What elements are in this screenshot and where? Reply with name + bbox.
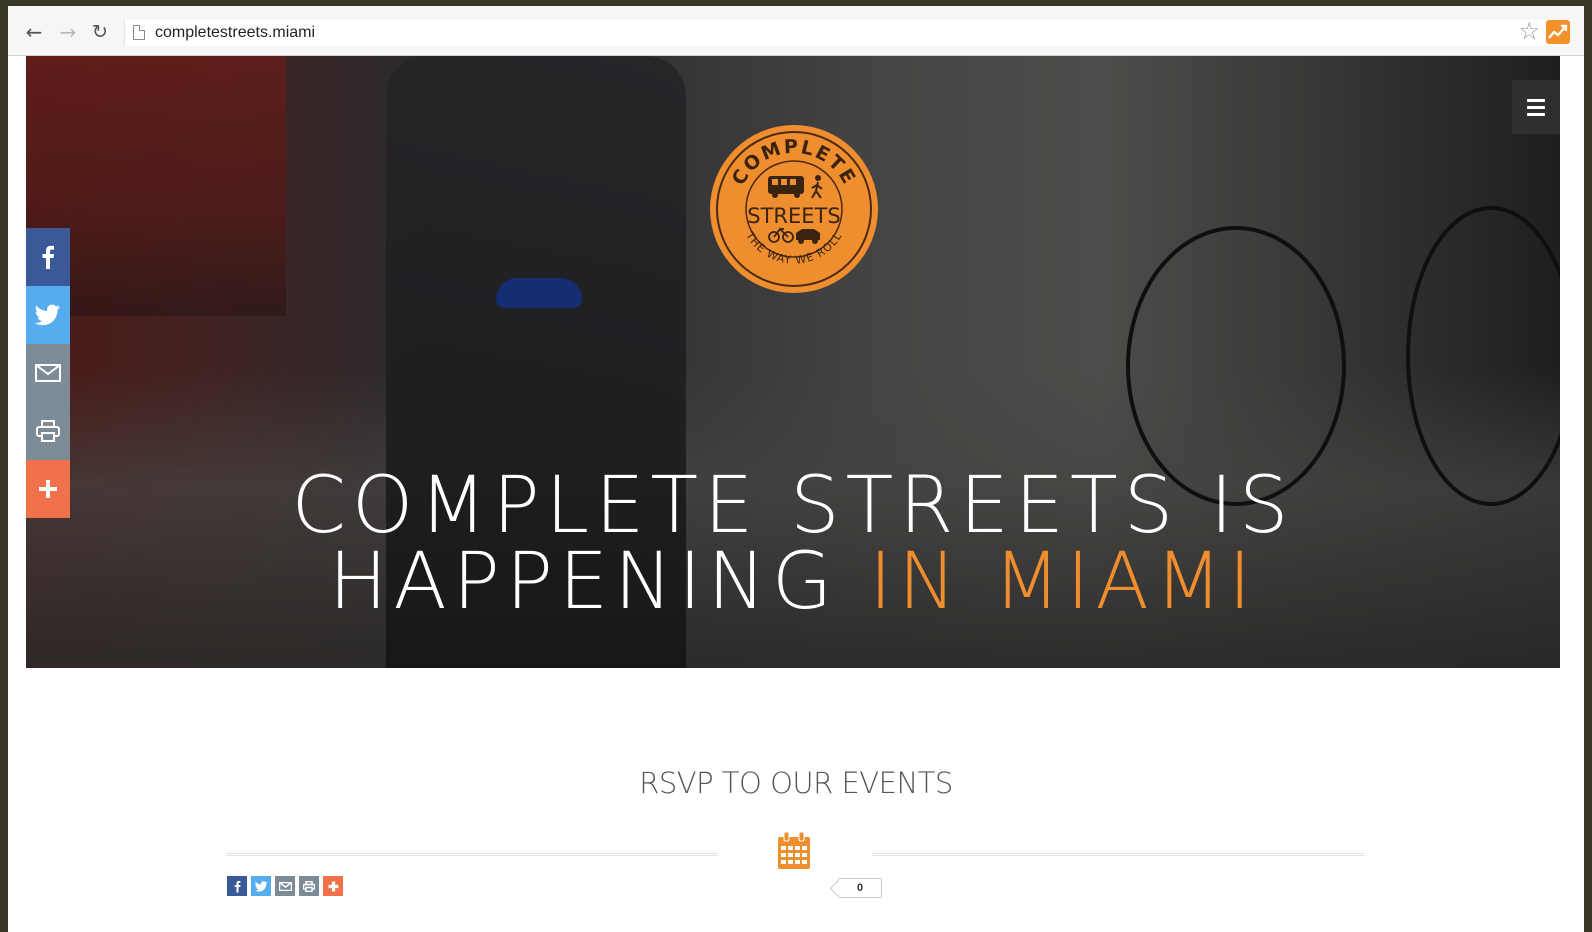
share-count-value: 0 [856, 882, 864, 894]
browser-window: ← → ↻ completestreets.miami ☆ COMPLETE S… [8, 6, 1584, 932]
print-icon [36, 420, 60, 442]
hero-banner: COMPLETE STREETS THE WAY WE ROLL COMPLET… [26, 56, 1560, 668]
social-share-rail [26, 228, 70, 518]
calendar-icon [778, 832, 810, 869]
divider-right [872, 853, 1364, 856]
plus-icon [328, 881, 338, 891]
menu-button[interactable] [1512, 80, 1560, 134]
headline-accent-text: IN MIAMI [869, 537, 1258, 627]
url-text[interactable]: completestreets.miami [155, 24, 315, 42]
email-icon [35, 364, 61, 382]
plus-icon [39, 480, 57, 498]
event-share-email-button[interactable] [275, 876, 295, 896]
share-twitter-button[interactable] [26, 286, 70, 344]
event-share-print-button[interactable] [299, 876, 319, 896]
svg-text:STREETS: STREETS [747, 204, 840, 228]
address-bar[interactable]: completestreets.miami [124, 20, 1570, 46]
facebook-icon [234, 880, 240, 892]
event-share-buttons [227, 876, 343, 896]
star-icon: ☆ [1518, 17, 1540, 45]
complete-streets-logo: COMPLETE STREETS THE WAY WE ROLL [710, 125, 878, 293]
arrow-left-icon: ← [25, 20, 43, 44]
facebook-icon [42, 245, 54, 269]
browser-toolbar: ← → ↻ completestreets.miami ☆ [8, 6, 1584, 56]
share-count-badge: 0 [838, 878, 882, 898]
events-section-title: RSVP TO OUR EVENTS [639, 766, 953, 800]
event-share-facebook-button[interactable] [227, 876, 247, 896]
share-email-button[interactable] [26, 344, 70, 402]
headline-line-2: HAPPENING IN MIAMI [26, 543, 1560, 621]
share-facebook-button[interactable] [26, 228, 70, 286]
share-print-button[interactable] [26, 402, 70, 460]
page-icon [133, 25, 145, 40]
reload-button[interactable]: ↻ [88, 20, 112, 44]
share-more-button[interactable] [26, 460, 70, 518]
divider-left [226, 853, 718, 856]
arrow-right-icon: → [59, 20, 77, 44]
reload-icon: ↻ [92, 21, 108, 43]
event-share-more-button[interactable] [323, 876, 343, 896]
twitter-icon [254, 880, 267, 892]
forward-button[interactable]: → [56, 20, 80, 44]
chart-extension-icon [1548, 24, 1568, 39]
event-share-twitter-button[interactable] [251, 876, 271, 896]
twitter-icon [35, 304, 60, 326]
hamburger-menu-icon [1527, 98, 1545, 116]
headline-line-1: COMPLETE STREETS IS [291, 461, 1295, 551]
headline-white-text: HAPPENING [328, 537, 870, 627]
back-button[interactable]: ← [22, 20, 46, 44]
email-icon [278, 881, 292, 891]
hero-headline: COMPLETE STREETS IS HAPPENING IN MIAMI [26, 461, 1560, 621]
extension-button[interactable] [1546, 20, 1570, 44]
print-icon [303, 880, 315, 892]
bookmark-star-button[interactable]: ☆ [1518, 18, 1540, 44]
